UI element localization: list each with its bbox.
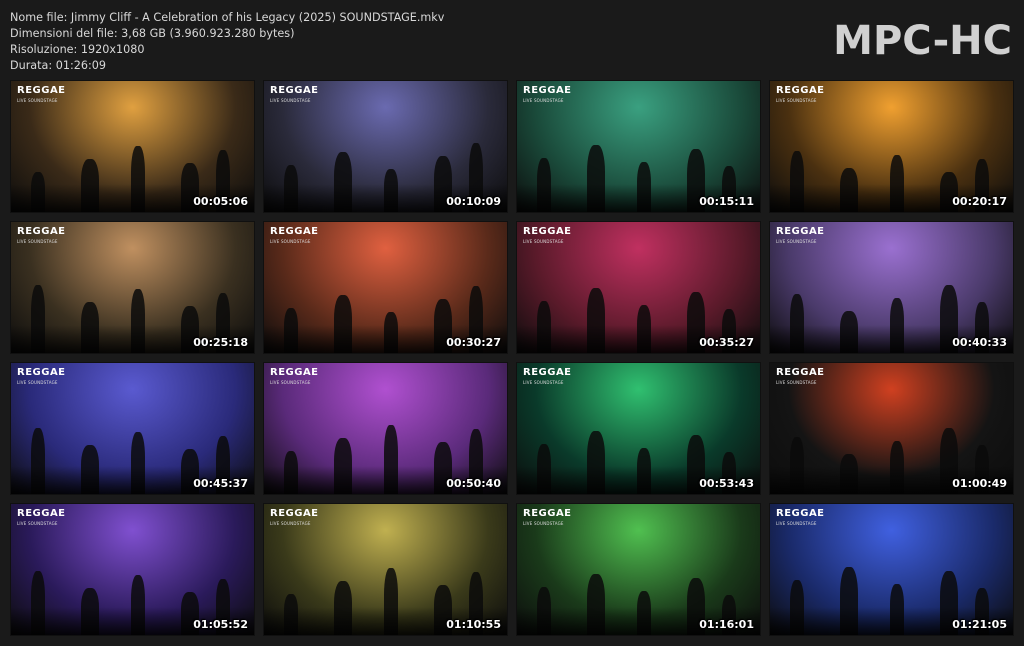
video-thumbnail: REGGAE LIVE SOUNDSTAGE 00:30:27 [263, 221, 508, 354]
logo-main-text: REGGAE [17, 85, 66, 96]
file-info: Nome file: Jimmy Cliff - A Celebration o… [10, 10, 444, 74]
video-thumbnail: REGGAE LIVE SOUNDSTAGE 01:05:52 [10, 503, 255, 636]
reggae-logo: REGGAE LIVE SOUNDSTAGE [776, 509, 825, 529]
video-thumbnail: REGGAE LIVE SOUNDSTAGE 00:05:06 [10, 80, 255, 213]
logo-sub-text: LIVE SOUNDSTAGE [776, 380, 817, 385]
reggae-logo: REGGAE LIVE SOUNDSTAGE [523, 368, 572, 388]
timestamp: 00:40:33 [952, 336, 1007, 349]
timestamp: 00:35:27 [699, 336, 754, 349]
video-thumbnail: REGGAE LIVE SOUNDSTAGE 00:53:43 [516, 362, 761, 495]
logo-main-text: REGGAE [776, 85, 825, 96]
logo-main-text: REGGAE [17, 508, 66, 519]
logo-sub-text: LIVE SOUNDSTAGE [270, 380, 311, 385]
file-size: Dimensioni del file: 3,68 GB (3.960.923.… [10, 27, 295, 40]
logo-main-text: REGGAE [523, 85, 572, 96]
video-thumbnail: REGGAE LIVE SOUNDSTAGE 00:10:09 [263, 80, 508, 213]
reggae-logo: REGGAE LIVE SOUNDSTAGE [17, 368, 66, 388]
reggae-logo: REGGAE LIVE SOUNDSTAGE [523, 509, 572, 529]
timestamp: 00:20:17 [952, 195, 1007, 208]
timestamp: 00:15:11 [699, 195, 754, 208]
logo-main-text: REGGAE [776, 508, 825, 519]
reggae-logo: REGGAE LIVE SOUNDSTAGE [17, 86, 66, 106]
duration: Durata: 01:26:09 [10, 59, 106, 72]
logo-main-text: REGGAE [523, 508, 572, 519]
logo-sub-text: LIVE SOUNDSTAGE [523, 521, 564, 526]
video-thumbnail: REGGAE LIVE SOUNDSTAGE 01:21:05 [769, 503, 1014, 636]
video-thumbnail: REGGAE LIVE SOUNDSTAGE 00:45:37 [10, 362, 255, 495]
logo-sub-text: LIVE SOUNDSTAGE [270, 521, 311, 526]
video-thumbnail: REGGAE LIVE SOUNDSTAGE 01:10:55 [263, 503, 508, 636]
timestamp: 01:16:01 [699, 618, 754, 631]
reggae-logo: REGGAE LIVE SOUNDSTAGE [17, 509, 66, 529]
logo-main-text: REGGAE [523, 226, 572, 237]
timestamp: 01:05:52 [193, 618, 248, 631]
logo-sub-text: LIVE SOUNDSTAGE [523, 98, 564, 103]
video-thumbnail: REGGAE LIVE SOUNDSTAGE 00:15:11 [516, 80, 761, 213]
logo-main-text: REGGAE [776, 367, 825, 378]
video-thumbnail: REGGAE LIVE SOUNDSTAGE 00:25:18 [10, 221, 255, 354]
mpc-hc-logo: MPC-HC [833, 18, 1012, 64]
logo-main-text: REGGAE [776, 226, 825, 237]
video-thumbnail: REGGAE LIVE SOUNDSTAGE 01:00:49 [769, 362, 1014, 495]
reggae-logo: REGGAE LIVE SOUNDSTAGE [523, 227, 572, 247]
timestamp: 00:25:18 [193, 336, 248, 349]
logo-sub-text: LIVE SOUNDSTAGE [17, 380, 58, 385]
reggae-logo: REGGAE LIVE SOUNDSTAGE [776, 227, 825, 247]
logo-sub-text: LIVE SOUNDSTAGE [776, 98, 817, 103]
reggae-logo: REGGAE LIVE SOUNDSTAGE [776, 368, 825, 388]
logo-main-text: REGGAE [270, 85, 319, 96]
logo-sub-text: LIVE SOUNDSTAGE [523, 380, 564, 385]
reggae-logo: REGGAE LIVE SOUNDSTAGE [17, 227, 66, 247]
timestamp: 01:10:55 [446, 618, 501, 631]
file-name: Nome file: Jimmy Cliff - A Celebration o… [10, 11, 445, 24]
reggae-logo: REGGAE LIVE SOUNDSTAGE [270, 509, 319, 529]
timestamp: 00:53:43 [699, 477, 754, 490]
video-thumbnail: REGGAE LIVE SOUNDSTAGE 00:40:33 [769, 221, 1014, 354]
reggae-logo: REGGAE LIVE SOUNDSTAGE [270, 227, 319, 247]
logo-main-text: REGGAE [17, 226, 66, 237]
timestamp: 01:00:49 [952, 477, 1007, 490]
logo-sub-text: LIVE SOUNDSTAGE [776, 521, 817, 526]
logo-sub-text: LIVE SOUNDSTAGE [270, 239, 311, 244]
logo-sub-text: LIVE SOUNDSTAGE [523, 239, 564, 244]
logo-sub-text: LIVE SOUNDSTAGE [17, 521, 58, 526]
logo-main-text: REGGAE [270, 367, 319, 378]
video-thumbnail: REGGAE LIVE SOUNDSTAGE 00:50:40 [263, 362, 508, 495]
resolution: Risoluzione: 1920x1080 [10, 43, 145, 56]
timestamp: 00:10:09 [446, 195, 501, 208]
reggae-logo: REGGAE LIVE SOUNDSTAGE [523, 86, 572, 106]
logo-sub-text: LIVE SOUNDSTAGE [17, 98, 58, 103]
logo-main-text: REGGAE [17, 367, 66, 378]
timestamp: 00:05:06 [193, 195, 248, 208]
logo-main-text: REGGAE [270, 508, 319, 519]
timestamp: 00:50:40 [446, 477, 501, 490]
timestamp: 01:21:05 [952, 618, 1007, 631]
logo-sub-text: LIVE SOUNDSTAGE [776, 239, 817, 244]
timestamp: 00:30:27 [446, 336, 501, 349]
video-thumbnail: REGGAE LIVE SOUNDSTAGE 01:16:01 [516, 503, 761, 636]
logo-sub-text: LIVE SOUNDSTAGE [270, 98, 311, 103]
video-thumbnail: REGGAE LIVE SOUNDSTAGE 00:35:27 [516, 221, 761, 354]
logo-main-text: REGGAE [270, 226, 319, 237]
reggae-logo: REGGAE LIVE SOUNDSTAGE [776, 86, 825, 106]
video-thumbnail: REGGAE LIVE SOUNDSTAGE 00:20:17 [769, 80, 1014, 213]
reggae-logo: REGGAE LIVE SOUNDSTAGE [270, 86, 319, 106]
logo-sub-text: LIVE SOUNDSTAGE [17, 239, 58, 244]
timestamp: 00:45:37 [193, 477, 248, 490]
reggae-logo: REGGAE LIVE SOUNDSTAGE [270, 368, 319, 388]
logo-main-text: REGGAE [523, 367, 572, 378]
